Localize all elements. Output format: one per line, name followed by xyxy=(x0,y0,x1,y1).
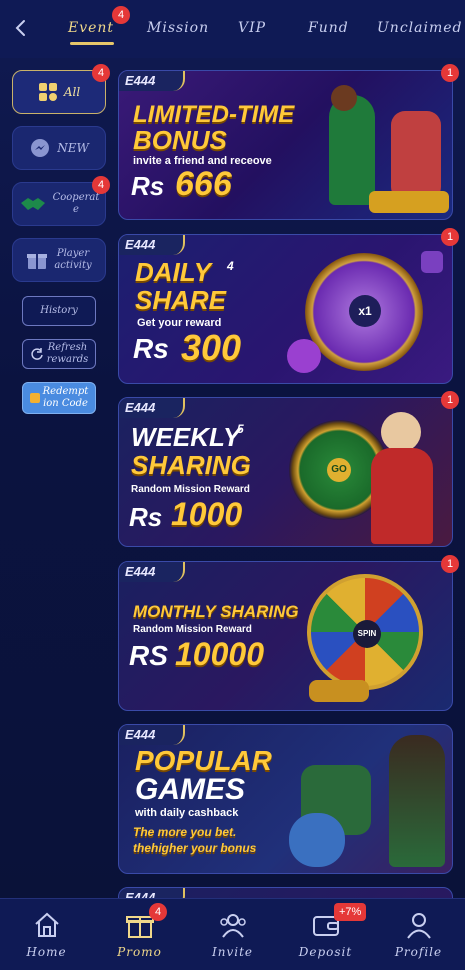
shark-mascot-illustration xyxy=(289,813,345,867)
banner-title-line1: WEEKLY xyxy=(131,422,241,452)
promotions-screen: Event 4 Mission VIP Fund Unclaimed All 4… xyxy=(0,0,465,970)
wheel-center-label: SPIN xyxy=(353,620,381,648)
brand-logo: E444 xyxy=(119,725,185,745)
banner-currency: RS xyxy=(129,640,168,671)
gold-coins-illustration xyxy=(309,680,369,702)
promo-banner-limited-time-bonus[interactable]: E444 LIMITED-TIME BONUS invite a friend … xyxy=(118,70,453,220)
brand-logo: E444 xyxy=(119,71,185,91)
sidebar-item-label: Player activity xyxy=(54,248,92,271)
tab-event[interactable]: Event xyxy=(68,20,114,36)
ticket-icon xyxy=(29,393,40,403)
woman-host-illustration xyxy=(389,735,445,867)
tab-event-badge: 4 xyxy=(112,6,130,24)
promo-banner-monthly-sharing[interactable]: E444 MONTHLY SHARING Random Mission Rewa… xyxy=(118,561,453,711)
treasure-chest-illustration xyxy=(369,191,449,213)
gift-icon xyxy=(27,254,48,269)
tab-unclaimed[interactable]: Unclaimed xyxy=(377,20,462,36)
share-icon xyxy=(287,339,321,373)
banner-subtitle: Random Mission Reward xyxy=(131,484,250,495)
sidebar-item-player-activity[interactable]: Player activity xyxy=(12,238,106,282)
brand-logo: E444 xyxy=(119,398,185,418)
banner-badge: 1 xyxy=(441,64,459,82)
sidebar-item-label: All xyxy=(63,85,81,99)
redemption-code-label: Redempt ion Code xyxy=(42,386,89,409)
redemption-code-button[interactable]: Redempt ion Code xyxy=(22,382,96,414)
banner-title-line2: BONUS xyxy=(133,125,227,155)
sidebar-all-badge: 4 xyxy=(92,64,110,82)
nav-profile[interactable]: Profile xyxy=(372,899,465,970)
cricket-player-illustration xyxy=(329,95,375,205)
sidebar-cooperate-badge: 4 xyxy=(92,176,110,194)
sidebar-item-new[interactable]: NEW xyxy=(12,126,106,170)
banner-currency: Rs xyxy=(131,171,165,201)
back-arrow-icon[interactable] xyxy=(10,14,32,42)
people-icon xyxy=(219,914,246,938)
pilot-woman-head-illustration xyxy=(381,412,421,452)
banner-badge: 1 xyxy=(441,391,459,409)
nav-label: Deposit xyxy=(298,945,353,959)
user-icon xyxy=(406,913,431,939)
banner-tagline-2: thehigher your bonus xyxy=(133,841,257,855)
tab-fund[interactable]: Fund xyxy=(308,20,349,36)
banner-title: MONTHLY SHARING xyxy=(133,602,299,621)
banner-title-line2: GAMES xyxy=(135,773,246,806)
nav-label: Home xyxy=(26,945,67,959)
mascot-illustration xyxy=(391,111,441,201)
banner-amount: 10000 xyxy=(175,636,264,672)
banner-tagline-1: The more you bet. xyxy=(133,825,237,839)
history-label: History xyxy=(40,305,78,316)
nav-home[interactable]: Home xyxy=(0,899,93,970)
nav-promo-badge: 4 xyxy=(149,903,167,921)
tab-mission[interactable]: Mission xyxy=(147,20,209,36)
home-icon xyxy=(34,912,59,937)
banner-amount: 666 xyxy=(175,165,232,203)
sidebar-item-label: Cooperat e xyxy=(52,192,100,215)
promo-banner-weekly-sharing[interactable]: E444 WEEKLY 5 SHARING Random Mission Rew… xyxy=(118,397,453,547)
nav-deposit-badge: +7% xyxy=(334,903,367,921)
promo-banner-popular-games[interactable]: E444 POPULAR GAMES with daily cashback T… xyxy=(118,724,453,874)
banner-badge: 1 xyxy=(441,555,459,573)
banner-title-line2: SHARE xyxy=(135,285,227,315)
banner-amount: 1000 xyxy=(171,496,243,532)
wheel-center-label: GO xyxy=(327,458,351,482)
refresh-icon xyxy=(31,348,43,360)
messenger-icon xyxy=(31,139,50,157)
banner-superscript: 5 xyxy=(237,422,244,436)
tab-vip[interactable]: VIP xyxy=(238,20,266,36)
nav-label: Promo xyxy=(117,945,162,959)
promo-banner-daily-share[interactable]: E444 DAILY 4 SHARE Get your reward Rs 30… xyxy=(118,234,453,384)
brand-logo: E444 xyxy=(119,235,185,255)
brand-logo: E444 xyxy=(119,562,185,582)
grid-icon xyxy=(38,83,57,101)
banner-subtitle: Random Mission Reward xyxy=(133,624,252,635)
player-head-illustration xyxy=(331,85,357,111)
refresh-rewards-button[interactable]: Refresh rewards xyxy=(22,339,96,369)
banner-superscript: 4 xyxy=(227,259,234,273)
nav-promo[interactable]: Promo xyxy=(93,899,186,970)
history-button[interactable]: History xyxy=(22,296,96,326)
nav-label: Profile xyxy=(394,945,443,959)
banner-currency: Rs xyxy=(133,333,169,364)
active-tab-indicator xyxy=(70,42,114,45)
banner-currency: Rs xyxy=(129,502,163,532)
sidebar-item-label: NEW xyxy=(57,141,89,155)
wheel-center-label: x1 xyxy=(349,295,381,327)
nav-label: Invite xyxy=(211,945,253,959)
banner-amount: 300 xyxy=(181,327,242,368)
banner-subtitle: with daily cashback xyxy=(135,807,239,819)
refresh-rewards-label: Refresh rewards xyxy=(46,342,89,365)
share-icon xyxy=(421,251,443,273)
banner-badge: 1 xyxy=(441,228,459,246)
top-tab-bar: Event 4 Mission VIP Fund Unclaimed xyxy=(0,0,465,58)
handshake-icon xyxy=(20,198,45,210)
bottom-navigation: Home Promo 4 Invite Deposit +7% Profile xyxy=(0,898,465,970)
nav-invite[interactable]: Invite xyxy=(186,899,279,970)
banner-title-line2: SHARING xyxy=(131,450,251,480)
pilot-woman-illustration xyxy=(371,448,433,544)
banner-title-line1: DAILY xyxy=(135,257,212,287)
